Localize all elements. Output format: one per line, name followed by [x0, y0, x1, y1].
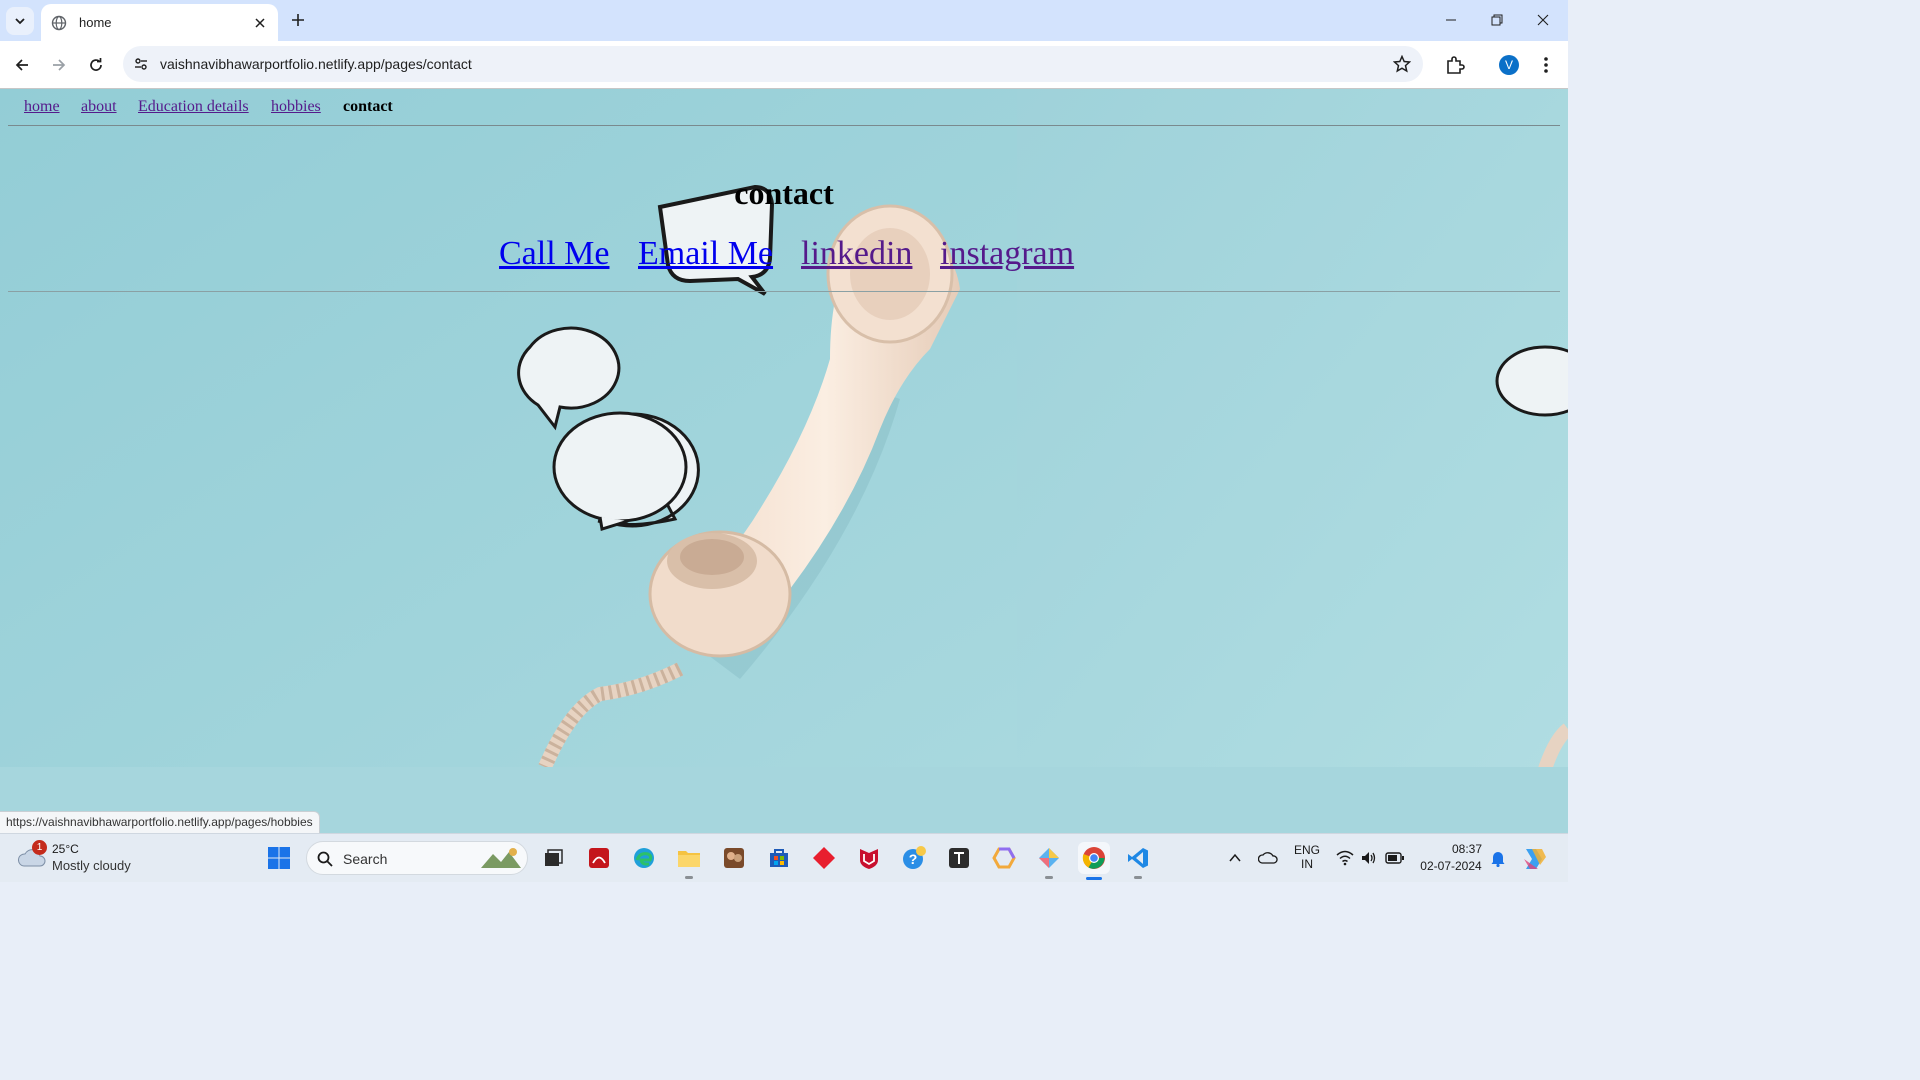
help-icon: ?	[903, 846, 926, 869]
nav-link-home[interactable]: home	[24, 98, 60, 116]
language-line-1: ENG	[1293, 843, 1320, 857]
store-app-button[interactable]	[764, 843, 794, 873]
browser-tab[interactable]: home	[41, 4, 278, 41]
more-menu-icon[interactable]	[1538, 55, 1554, 75]
extensions-puzzle-icon[interactable]	[1445, 55, 1465, 75]
store-icon	[770, 849, 788, 867]
close-tab-icon[interactable]	[252, 15, 268, 31]
nav-link-about[interactable]: about	[81, 98, 117, 116]
email-me-link[interactable]: Email Me	[638, 235, 773, 273]
battery-icon[interactable]	[1385, 851, 1405, 865]
tab-search-button[interactable]	[6, 7, 34, 35]
nav-link-education-details[interactable]: Education details	[138, 98, 249, 116]
chevron-up-icon[interactable]	[1228, 851, 1242, 865]
instagram-link[interactable]: instagram	[940, 235, 1074, 273]
reload-button[interactable]	[82, 51, 110, 79]
edge-browser-icon	[634, 848, 654, 868]
wifi-icon[interactable]	[1336, 850, 1354, 866]
vscode-icon	[1128, 848, 1148, 868]
globe-icon	[51, 15, 67, 30]
close-icon	[1537, 14, 1549, 26]
windows-logo-icon	[268, 847, 290, 869]
text-app-button[interactable]	[944, 843, 974, 873]
chevron-down-icon	[15, 18, 25, 25]
minimize-icon	[1446, 19, 1456, 21]
help-app-button[interactable]: ?	[899, 843, 929, 873]
language-line-2: IN	[1301, 857, 1313, 871]
windows-taskbar: 1 25°C Mostly cloudy Search ? ENG IN 08:…	[0, 833, 1568, 882]
profile-avatar[interactable]: V	[1499, 55, 1519, 75]
onedrive-cloud-icon[interactable]	[1258, 850, 1278, 866]
language-indicator[interactable]: ENG IN	[1292, 843, 1322, 871]
site-settings-icon[interactable]	[133, 56, 149, 72]
task-view-button[interactable]	[538, 843, 568, 873]
search-label: Search	[343, 851, 388, 867]
folder-icon	[678, 851, 700, 867]
page-viewport: home about Education details hobbies con…	[0, 89, 1568, 833]
browser-toolbar: vaishnavibhawarportfolio.netlify.app/pag…	[0, 41, 1568, 89]
new-tab-button[interactable]	[286, 8, 310, 32]
weather-desc: Mostly cloudy	[52, 858, 131, 873]
plus-icon	[292, 14, 304, 26]
task-view-icon	[545, 849, 563, 866]
clock[interactable]: 08:37 02-07-2024	[1416, 842, 1486, 873]
back-button[interactable]	[8, 51, 36, 79]
pdf-reader-icon	[589, 848, 609, 868]
close-window-button[interactable]	[1520, 6, 1566, 34]
link-hover-status: https://vaishnavibhawarportfolio.netlify…	[0, 811, 320, 833]
clock-date: 02-07-2024	[1420, 859, 1482, 873]
shield-app-icon	[860, 849, 878, 869]
clock-time: 08:37	[1451, 842, 1482, 856]
chrome-icon	[1082, 847, 1105, 869]
hex-app-button[interactable]	[989, 843, 1019, 873]
taskbar-search[interactable]: Search	[306, 841, 528, 875]
red-app-button[interactable]	[809, 843, 839, 873]
file-explorer-button[interactable]	[674, 843, 704, 879]
acrobat-app-button[interactable]	[584, 843, 614, 873]
volume-icon[interactable]	[1360, 850, 1378, 866]
site-navigation: home about Education details hobbies con…	[8, 89, 1560, 126]
nav-link-hobbies[interactable]: hobbies	[271, 98, 321, 116]
arrow-right-icon	[53, 59, 66, 71]
weather-temp: 25°C	[52, 842, 79, 856]
photo-app-icon	[724, 848, 744, 868]
vscode-app-button[interactable]	[1123, 843, 1153, 879]
text-editor-icon	[949, 848, 969, 868]
tab-title: home	[79, 15, 112, 30]
url-text: vaishnavibhawarportfolio.netlify.app/pag…	[160, 56, 472, 72]
diamond-app-icon	[813, 847, 835, 869]
page-title: contact	[734, 175, 834, 211]
copilot-icon[interactable]	[1520, 845, 1548, 873]
nav-current-contact: contact	[343, 98, 393, 115]
hexagon-app-icon	[992, 847, 1016, 869]
call-me-link[interactable]: Call Me	[499, 235, 609, 273]
restore-icon	[1491, 14, 1503, 26]
gem-app-icon	[1039, 848, 1059, 868]
gem-app-button[interactable]	[1034, 843, 1064, 879]
weather-alert-badge: 1	[32, 840, 47, 855]
notification-bell-icon[interactable]	[1490, 849, 1506, 867]
forward-button[interactable]	[45, 51, 73, 79]
svg-text:?: ?	[909, 851, 918, 867]
search-highlight-icon	[481, 848, 521, 868]
address-bar[interactable]: vaishnavibhawarportfolio.netlify.app/pag…	[123, 46, 1423, 82]
section-divider	[8, 291, 1560, 292]
linkedin-link[interactable]: linkedin	[801, 235, 912, 273]
arrow-left-icon	[15, 59, 28, 71]
browser-tab-strip: home	[0, 0, 1568, 41]
start-button[interactable]	[264, 843, 294, 873]
edge-app-button[interactable]	[629, 843, 659, 873]
photos-app-button[interactable]	[719, 843, 749, 873]
reload-icon	[90, 58, 102, 71]
chrome-app-button[interactable]	[1078, 842, 1110, 880]
bookmark-star-icon[interactable]	[1393, 55, 1411, 73]
minimize-button[interactable]	[1428, 6, 1474, 34]
restore-button[interactable]	[1474, 6, 1520, 34]
mcafee-app-button[interactable]	[854, 843, 884, 873]
search-icon	[317, 851, 333, 867]
